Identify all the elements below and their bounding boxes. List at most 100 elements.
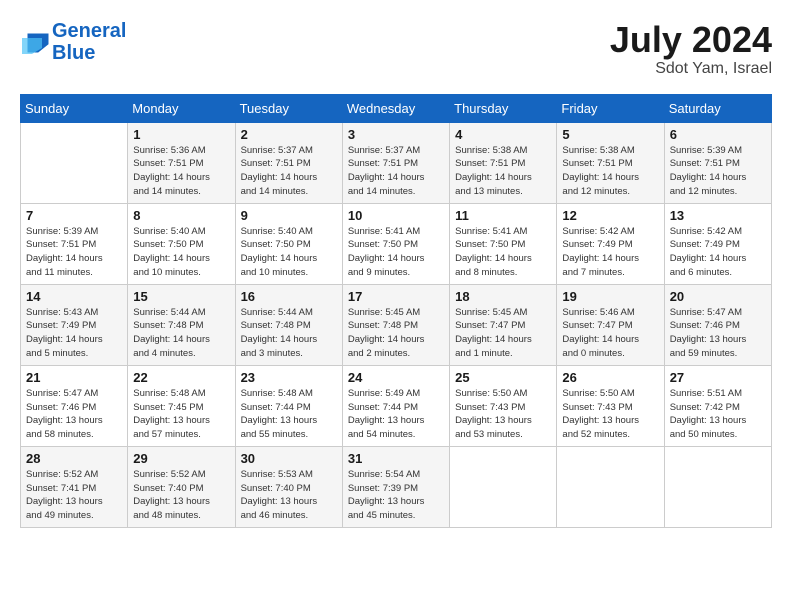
calendar-cell: 17Sunrise: 5:45 AMSunset: 7:48 PMDayligh…: [342, 284, 449, 365]
week-row-1: 1 Sunrise: 5:36 AMSunset: 7:51 PMDaylight…: [21, 122, 772, 203]
calendar-cell: 24 Sunrise: 5:49 AMSunset: 7:44 PMDayligh…: [342, 365, 449, 446]
day-info: Sunrise: 5:46 AMSunset: 7:47 PMDaylight:…: [562, 306, 658, 361]
calendar-cell: 23 Sunrise: 5:48 AMSunset: 7:44 PMDayligh…: [235, 365, 342, 446]
calendar-cell: 18 Sunrise: 5:45 AMSunset: 7:47 PMDayligh…: [450, 284, 557, 365]
day-info: Sunrise: 5:47 AMSunset: 7:46 PMDaylight:…: [670, 306, 766, 361]
calendar-cell: 2 Sunrise: 5:37 AMSunset: 7:51 PMDaylight…: [235, 122, 342, 203]
day-info: Sunrise: 5:42 AMSunset: 7:49 PMDaylight:…: [670, 225, 766, 280]
calendar-cell: [664, 446, 771, 527]
day-info: Sunrise: 5:38 AMSunset: 7:51 PMDaylight:…: [455, 144, 551, 199]
calendar-cell: 7Sunrise: 5:39 AMSunset: 7:51 PMDaylight…: [21, 203, 128, 284]
calendar-cell: 20 Sunrise: 5:47 AMSunset: 7:46 PMDayligh…: [664, 284, 771, 365]
day-info: Sunrise: 5:45 AMSunset: 7:47 PMDaylight:…: [455, 306, 551, 361]
day-number: 9: [241, 208, 337, 223]
day-info: Sunrise: 5:48 AMSunset: 7:44 PMDaylight:…: [241, 387, 337, 442]
logo-text2: Blue: [52, 42, 95, 64]
day-number: 5: [562, 127, 658, 142]
calendar-cell: 6Sunrise: 5:39 AMSunset: 7:51 PMDaylight…: [664, 122, 771, 203]
day-info: Sunrise: 5:52 AMSunset: 7:41 PMDaylight:…: [26, 468, 122, 523]
calendar-cell: 28Sunrise: 5:52 AMSunset: 7:41 PMDayligh…: [21, 446, 128, 527]
calendar-cell: 16Sunrise: 5:44 AMSunset: 7:48 PMDayligh…: [235, 284, 342, 365]
weekday-wednesday: Wednesday: [342, 94, 449, 122]
calendar-cell: 22 Sunrise: 5:48 AMSunset: 7:45 PMDayligh…: [128, 365, 235, 446]
day-info: Sunrise: 5:54 AMSunset: 7:39 PMDaylight:…: [348, 468, 444, 523]
day-number: 26: [562, 370, 658, 385]
week-row-3: 14 Sunrise: 5:43 AMSunset: 7:49 PMDayligh…: [21, 284, 772, 365]
calendar-cell: 9 Sunrise: 5:40 AMSunset: 7:50 PMDaylight…: [235, 203, 342, 284]
day-number: 2: [241, 127, 337, 142]
calendar-cell: 5 Sunrise: 5:38 AMSunset: 7:51 PMDaylight…: [557, 122, 664, 203]
day-info: Sunrise: 5:37 AMSunset: 7:51 PMDaylight:…: [241, 144, 337, 199]
weekday-sunday: Sunday: [21, 94, 128, 122]
month-year: July 2024: [610, 20, 772, 60]
calendar-cell: 19 Sunrise: 5:46 AMSunset: 7:47 PMDayligh…: [557, 284, 664, 365]
day-number: 31: [348, 451, 444, 466]
day-number: 14: [26, 289, 122, 304]
calendar-cell: 15 Sunrise: 5:44 AMSunset: 7:48 PMDayligh…: [128, 284, 235, 365]
weekday-tuesday: Tuesday: [235, 94, 342, 122]
day-info: Sunrise: 5:43 AMSunset: 7:49 PMDaylight:…: [26, 306, 122, 361]
calendar-cell: 14 Sunrise: 5:43 AMSunset: 7:49 PMDayligh…: [21, 284, 128, 365]
day-info: Sunrise: 5:36 AMSunset: 7:51 PMDaylight:…: [133, 144, 229, 199]
day-info: Sunrise: 5:48 AMSunset: 7:45 PMDaylight:…: [133, 387, 229, 442]
day-info: Sunrise: 5:41 AMSunset: 7:50 PMDaylight:…: [455, 225, 551, 280]
day-number: 4: [455, 127, 551, 142]
title-block: July 2024 Sdot Yam, Israel: [610, 20, 772, 78]
day-number: 19: [562, 289, 658, 304]
day-number: 27: [670, 370, 766, 385]
day-number: 11: [455, 208, 551, 223]
weekday-thursday: Thursday: [450, 94, 557, 122]
day-info: Sunrise: 5:47 AMSunset: 7:46 PMDaylight:…: [26, 387, 122, 442]
day-number: 21: [26, 370, 122, 385]
day-number: 23: [241, 370, 337, 385]
day-number: 30: [241, 451, 337, 466]
day-info: Sunrise: 5:50 AMSunset: 7:43 PMDaylight:…: [455, 387, 551, 442]
day-info: Sunrise: 5:44 AMSunset: 7:48 PMDaylight:…: [241, 306, 337, 361]
logo: General Blue: [20, 20, 126, 64]
calendar-cell: 3 Sunrise: 5:37 AMSunset: 7:51 PMDaylight…: [342, 122, 449, 203]
week-row-2: 7Sunrise: 5:39 AMSunset: 7:51 PMDaylight…: [21, 203, 772, 284]
calendar-cell: 30Sunrise: 5:53 AMSunset: 7:40 PMDayligh…: [235, 446, 342, 527]
day-number: 20: [670, 289, 766, 304]
calendar-cell: 29Sunrise: 5:52 AMSunset: 7:40 PMDayligh…: [128, 446, 235, 527]
week-row-4: 21 Sunrise: 5:47 AMSunset: 7:46 PMDayligh…: [21, 365, 772, 446]
day-info: Sunrise: 5:41 AMSunset: 7:50 PMDaylight:…: [348, 225, 444, 280]
day-number: 7: [26, 208, 122, 223]
day-number: 13: [670, 208, 766, 223]
day-info: Sunrise: 5:40 AMSunset: 7:50 PMDaylight:…: [133, 225, 229, 280]
day-number: 15: [133, 289, 229, 304]
day-number: 8: [133, 208, 229, 223]
calendar-cell: [557, 446, 664, 527]
calendar-cell: 31 Sunrise: 5:54 AMSunset: 7:39 PMDayligh…: [342, 446, 449, 527]
calendar-cell: 27Sunrise: 5:51 AMSunset: 7:42 PMDayligh…: [664, 365, 771, 446]
weekday-header-row: SundayMondayTuesdayWednesdayThursdayFrid…: [21, 94, 772, 122]
day-info: Sunrise: 5:40 AMSunset: 7:50 PMDaylight:…: [241, 225, 337, 280]
weekday-friday: Friday: [557, 94, 664, 122]
day-number: 22: [133, 370, 229, 385]
calendar-cell: 13 Sunrise: 5:42 AMSunset: 7:49 PMDayligh…: [664, 203, 771, 284]
calendar-cell: 1 Sunrise: 5:36 AMSunset: 7:51 PMDaylight…: [128, 122, 235, 203]
calendar-cell: 25Sunrise: 5:50 AMSunset: 7:43 PMDayligh…: [450, 365, 557, 446]
day-info: Sunrise: 5:44 AMSunset: 7:48 PMDaylight:…: [133, 306, 229, 361]
logo-icon: [20, 30, 50, 54]
page-header: General Blue July 2024 Sdot Yam, Israel: [20, 20, 772, 78]
calendar-cell: 26Sunrise: 5:50 AMSunset: 7:43 PMDayligh…: [557, 365, 664, 446]
day-number: 3: [348, 127, 444, 142]
day-info: Sunrise: 5:38 AMSunset: 7:51 PMDaylight:…: [562, 144, 658, 199]
logo-text: General: [52, 20, 126, 42]
location: Sdot Yam, Israel: [610, 60, 772, 78]
day-number: 10: [348, 208, 444, 223]
day-info: Sunrise: 5:37 AMSunset: 7:51 PMDaylight:…: [348, 144, 444, 199]
day-number: 1: [133, 127, 229, 142]
day-number: 24: [348, 370, 444, 385]
calendar-cell: 4 Sunrise: 5:38 AMSunset: 7:51 PMDaylight…: [450, 122, 557, 203]
day-info: Sunrise: 5:49 AMSunset: 7:44 PMDaylight:…: [348, 387, 444, 442]
day-number: 29: [133, 451, 229, 466]
day-number: 17: [348, 289, 444, 304]
calendar-cell: 10 Sunrise: 5:41 AMSunset: 7:50 PMDayligh…: [342, 203, 449, 284]
weekday-monday: Monday: [128, 94, 235, 122]
week-row-5: 28Sunrise: 5:52 AMSunset: 7:41 PMDayligh…: [21, 446, 772, 527]
day-number: 12: [562, 208, 658, 223]
day-number: 18: [455, 289, 551, 304]
day-info: Sunrise: 5:39 AMSunset: 7:51 PMDaylight:…: [670, 144, 766, 199]
